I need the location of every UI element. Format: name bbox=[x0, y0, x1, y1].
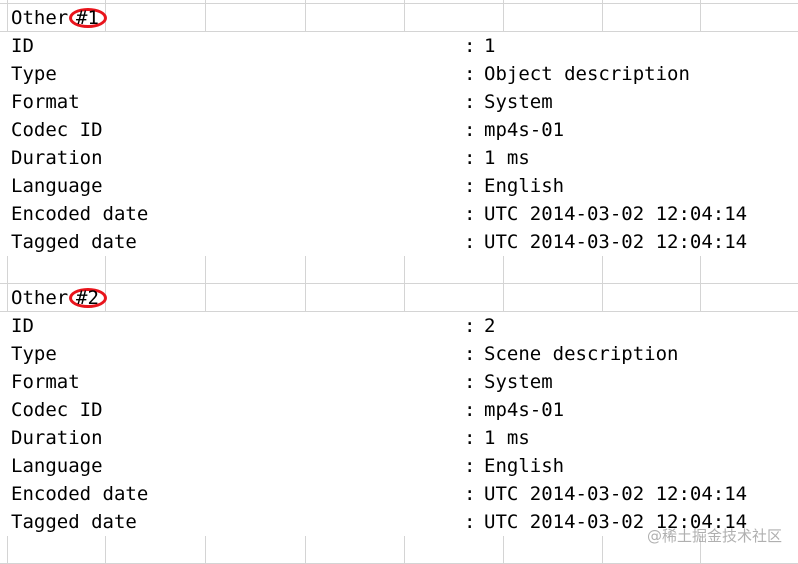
field-key: ID bbox=[11, 315, 34, 337]
field-key: Tagged date bbox=[11, 231, 137, 253]
field-separator: : bbox=[464, 315, 476, 337]
field-key: Tagged date bbox=[11, 511, 137, 533]
table-row[interactable]: Encoded date : UTC 2014-03-02 12:04:14 bbox=[0, 480, 798, 508]
gridline bbox=[602, 535, 603, 564]
field-value: English bbox=[484, 455, 565, 477]
table-row[interactable]: Language : English bbox=[0, 172, 798, 200]
field-separator: : bbox=[464, 343, 476, 365]
section-header[interactable]: Other #2 bbox=[0, 284, 798, 312]
section-number: #1 bbox=[76, 7, 99, 29]
field-separator: : bbox=[464, 35, 476, 57]
gridline bbox=[305, 535, 306, 564]
field-value: UTC 2014-03-02 12:04:14 bbox=[484, 231, 748, 253]
table-row[interactable]: Format : System bbox=[0, 88, 798, 116]
field-value: 1 ms bbox=[484, 427, 530, 449]
watermark: @稀土掘金技术社区 bbox=[646, 527, 782, 545]
section-header[interactable]: Other #1 bbox=[0, 4, 798, 32]
field-separator: : bbox=[464, 483, 476, 505]
field-key: Encoded date bbox=[11, 483, 149, 505]
field-separator: : bbox=[464, 427, 476, 449]
field-separator: : bbox=[464, 455, 476, 477]
field-key: Language bbox=[11, 455, 103, 477]
gridline bbox=[205, 535, 206, 564]
field-separator: : bbox=[464, 147, 476, 169]
field-value: English bbox=[484, 175, 565, 197]
table-row[interactable]: Format : System bbox=[0, 368, 798, 396]
field-key: ID bbox=[11, 35, 34, 57]
spreadsheet: Other #1 ID : 1 Type : Object descriptio… bbox=[0, 0, 798, 564]
field-value: UTC 2014-03-02 12:04:14 bbox=[484, 483, 748, 505]
field-key: Type bbox=[11, 343, 57, 365]
field-value: Object description bbox=[484, 63, 690, 85]
field-key: Codec ID bbox=[11, 119, 103, 141]
section-title: Other bbox=[11, 287, 69, 309]
table-row[interactable]: Encoded date : UTC 2014-03-02 12:04:14 bbox=[0, 200, 798, 228]
field-separator: : bbox=[464, 91, 476, 113]
field-key: Codec ID bbox=[11, 399, 103, 421]
table-row[interactable]: Codec ID : mp4s-01 bbox=[0, 396, 798, 424]
field-value: 1 bbox=[484, 35, 496, 57]
field-value: System bbox=[484, 91, 553, 113]
gridline bbox=[105, 535, 106, 564]
field-value: 1 ms bbox=[484, 147, 530, 169]
field-separator: : bbox=[464, 119, 476, 141]
section-number: #2 bbox=[76, 287, 99, 309]
field-separator: : bbox=[464, 511, 476, 533]
field-separator: : bbox=[464, 203, 476, 225]
field-key: Duration bbox=[11, 147, 103, 169]
field-value: 2 bbox=[484, 315, 496, 337]
field-key: Format bbox=[11, 371, 80, 393]
table-row[interactable]: Duration : 1 ms bbox=[0, 144, 798, 172]
gridline bbox=[404, 535, 405, 564]
section-title: Other bbox=[11, 7, 69, 29]
field-separator: : bbox=[464, 371, 476, 393]
table-row[interactable]: Duration : 1 ms bbox=[0, 424, 798, 452]
field-value: UTC 2014-03-02 12:04:14 bbox=[484, 203, 748, 225]
field-key: Encoded date bbox=[11, 203, 149, 225]
table-row[interactable]: Type : Object description bbox=[0, 60, 798, 88]
table-row[interactable]: ID : 1 bbox=[0, 32, 798, 60]
table-row[interactable]: ID : 2 bbox=[0, 312, 798, 340]
gridline bbox=[503, 535, 504, 564]
field-value: Scene description bbox=[484, 343, 679, 365]
field-key: Language bbox=[11, 175, 103, 197]
field-key: Duration bbox=[11, 427, 103, 449]
table-row[interactable]: Tagged date : UTC 2014-03-02 12:04:14 bbox=[0, 228, 798, 256]
table-row[interactable]: Language : English bbox=[0, 452, 798, 480]
table-row[interactable]: Codec ID : mp4s-01 bbox=[0, 116, 798, 144]
table-row[interactable]: Type : Scene description bbox=[0, 340, 798, 368]
field-key: Type bbox=[11, 63, 57, 85]
field-value: mp4s-01 bbox=[484, 399, 565, 421]
field-separator: : bbox=[464, 63, 476, 85]
field-separator: : bbox=[464, 399, 476, 421]
field-value: mp4s-01 bbox=[484, 119, 565, 141]
field-value: System bbox=[484, 371, 553, 393]
field-separator: : bbox=[464, 231, 476, 253]
field-key: Format bbox=[11, 91, 80, 113]
field-separator: : bbox=[464, 175, 476, 197]
